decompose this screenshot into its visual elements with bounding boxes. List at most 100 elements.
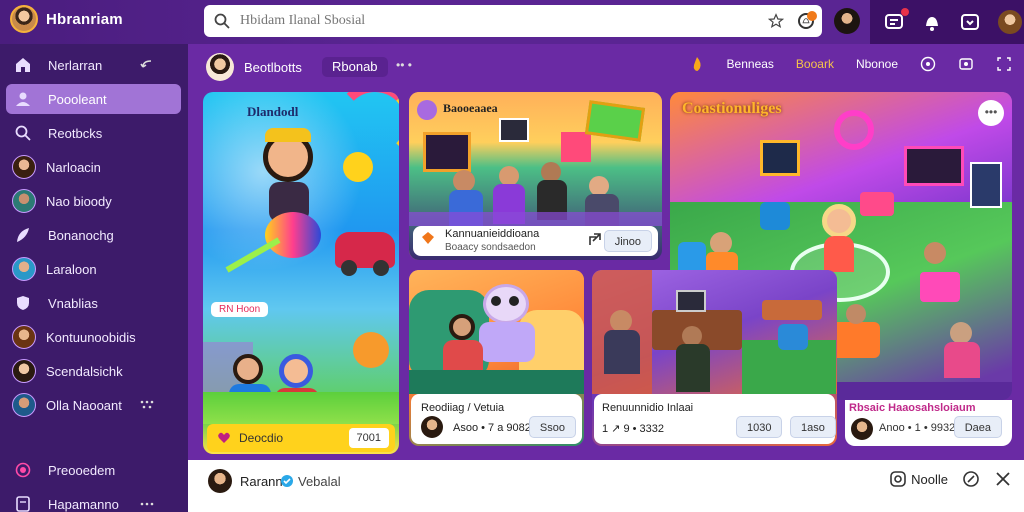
- search-input[interactable]: [240, 13, 760, 29]
- feed-tile-reading[interactable]: Reodiiag / Vetuia Asoo • 7 a 9082 Ssoo: [409, 270, 584, 446]
- sidebar-item-search[interactable]: Reotbcks: [6, 118, 181, 148]
- sidebar-item-record[interactable]: Preooedem: [6, 455, 181, 485]
- sidebar-item-label: Bonanochg: [48, 227, 114, 243]
- feed-tile-cartoon[interactable]: Dlandodl RN Hoon Deocdio 7001: [203, 92, 399, 454]
- expand-icon[interactable]: [996, 56, 1012, 72]
- bottom-actions: Noolle: [889, 470, 1012, 488]
- tile-card-subtitle: Boaacy sondsaedon: [445, 242, 536, 253]
- sidebar-item-label: Preooedem: [48, 462, 116, 478]
- tile-action-pill[interactable]: Ssoo: [528, 416, 576, 438]
- sidebar-item-label: Vnablias: [48, 295, 98, 311]
- feed-tabs: Benneas Booark Nbonoe: [689, 56, 1012, 72]
- sidebar-item-feather[interactable]: Bonanochg: [6, 220, 181, 250]
- sidebar-item-label: Reotbcks: [48, 125, 103, 141]
- bell-icon[interactable]: [922, 12, 942, 32]
- close-icon[interactable]: [994, 470, 1012, 488]
- feed-tile-gaming-room[interactable]: Baooeaaea Kannuanieiddioana Boaacy sonds…: [409, 92, 662, 260]
- top-bar: Hbranriam: [0, 0, 1024, 44]
- sidebar-item-label: Olla Naooant: [46, 397, 122, 413]
- gallery-icon[interactable]: [958, 56, 974, 72]
- tile-card[interactable]: Renuunnidio Inlaai 1 ↗ 9 • 3332 1030 1as…: [594, 394, 836, 444]
- tab-2[interactable]: Booark: [796, 57, 834, 71]
- tile-card[interactable]: Reodiiag / Vetuia Asoo • 7 a 9082 Ssoo: [411, 394, 582, 444]
- sidebar-item-label: Poooleant: [48, 91, 107, 107]
- collapse-icon[interactable]: [139, 57, 155, 73]
- tile-footer[interactable]: Deocdio 7001: [207, 424, 395, 452]
- tab-3[interactable]: Nbonoe: [856, 57, 898, 71]
- tile-title: Baooeaaea: [443, 101, 498, 115]
- sidebar-item-contact-4[interactable]: Kontuunoobidis: [6, 322, 181, 352]
- tab-1[interactable]: Benneas: [727, 57, 774, 71]
- feather-icon: [14, 226, 32, 244]
- brand-name: Hbranriam: [46, 10, 123, 28]
- notification-icon[interactable]: [798, 11, 817, 29]
- feed-name[interactable]: Beotlbotts: [244, 60, 302, 75]
- tile-illustration: [203, 92, 399, 454]
- more-icon[interactable]: [139, 496, 155, 512]
- video-icon[interactable]: [960, 12, 980, 32]
- sidebar-item-doc[interactable]: Hapamanno: [6, 489, 181, 512]
- tile-action-pill[interactable]: 1030: [736, 416, 783, 438]
- avatar: [12, 359, 36, 383]
- avatar: [12, 393, 36, 417]
- feed-chip[interactable]: Rbonab: [322, 57, 388, 77]
- sidebar-item-label: Laraloon: [46, 261, 97, 277]
- more-button[interactable]: •••: [978, 100, 1004, 126]
- instagram-icon[interactable]: [889, 470, 907, 488]
- sidebar-item-home[interactable]: Nerlarran: [6, 50, 181, 80]
- more-icon[interactable]: [139, 397, 155, 413]
- avatar: [421, 416, 443, 438]
- bottom-action-label[interactable]: Noolle: [911, 472, 948, 487]
- messages-icon[interactable]: [884, 8, 909, 32]
- avatar[interactable]: [208, 469, 232, 493]
- feed-tile-office[interactable]: Renuunnidio Inlaai 1 ↗ 9 • 3332 1030 1as…: [592, 270, 837, 446]
- avatar: [12, 189, 36, 213]
- sidebar-item-label: Hapamanno: [48, 496, 119, 512]
- gem-icon: [421, 231, 435, 245]
- sidebar-item-people[interactable]: Poooleant: [6, 84, 181, 114]
- tile-action-pill[interactable]: Jinoo: [603, 230, 652, 252]
- tile-title: Coastionuliges: [682, 100, 782, 117]
- feed-tile-party-card[interactable]: Rbsaic Haaosahsloiaum Anoo • 1 • 9932 Da…: [845, 400, 1012, 446]
- sidebar-item-contact-2[interactable]: Nao bioody: [6, 186, 181, 216]
- tile-action-pill[interactable]: 1aso: [790, 416, 836, 438]
- feed-avatar[interactable]: [206, 53, 234, 81]
- share-icon[interactable]: [587, 232, 603, 248]
- sidebar-item-contact-1[interactable]: Narloacin: [6, 152, 181, 182]
- tile-badge: [417, 100, 437, 120]
- edit-icon[interactable]: [962, 470, 980, 488]
- sidebar-item-label: Nerlarran: [48, 57, 103, 73]
- tile-card-meta: Anoo • 1 • 9932: [879, 422, 956, 434]
- sidebar-item-contact-6[interactable]: Olla Naooant: [6, 390, 181, 420]
- heart-icon: [217, 431, 231, 445]
- sidebar-item-shield[interactable]: Vnablias: [6, 288, 181, 318]
- tile-tag[interactable]: RN Hoon: [211, 302, 269, 317]
- bottom-name[interactable]: Rarann: [240, 474, 283, 489]
- feed-dots: •• •: [396, 58, 412, 72]
- compass-icon[interactable]: [920, 56, 936, 72]
- profile-avatar[interactable]: [998, 10, 1022, 34]
- sidebar-item-label: Kontuunoobidis: [46, 329, 136, 345]
- doc-icon: [14, 495, 32, 512]
- sidebar-item-contact-3[interactable]: Laraloon: [6, 254, 181, 284]
- flame-icon: [689, 56, 705, 72]
- feed-header: Beotlbotts Rbonab •• • Benneas Booark Nb…: [188, 44, 1024, 90]
- avatar: [12, 257, 36, 281]
- sidebar-item-label: Nao bioody: [46, 193, 112, 209]
- avatar-logo: [10, 5, 38, 33]
- home-icon: [14, 56, 32, 74]
- user-avatar[interactable]: [834, 8, 860, 34]
- tile-card-title: Rbsaic Haaosahsloiaum: [849, 402, 976, 414]
- tile-card[interactable]: Kannuanieiddioana Boaacy sondsaedon Jino…: [413, 226, 658, 256]
- messages-badge: [901, 8, 909, 16]
- sidebar-item-contact-5[interactable]: Scendalsichk: [6, 356, 181, 386]
- star-icon[interactable]: [768, 13, 784, 29]
- tile-count[interactable]: 7001: [348, 428, 389, 448]
- search-bar[interactable]: [204, 5, 822, 37]
- tile-card-meta: Asoo • 7 a 9082: [453, 422, 531, 434]
- tile-action-pill[interactable]: Daea: [953, 416, 1002, 438]
- brand[interactable]: Hbranriam: [10, 5, 123, 33]
- shield-icon: [14, 294, 32, 312]
- people-icon: [14, 90, 32, 108]
- sidebar: Nerlarran Poooleant Reotbcks Narloacin N…: [0, 44, 188, 512]
